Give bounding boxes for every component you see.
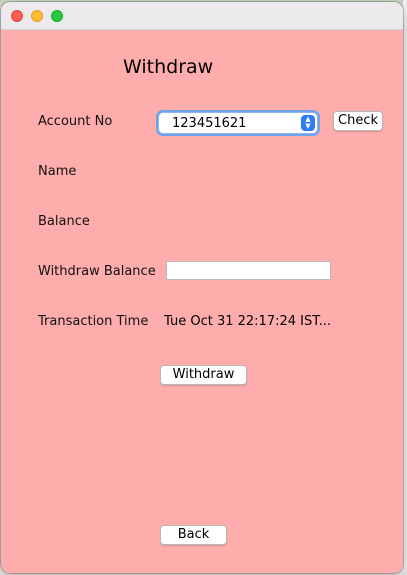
withdraw-balance-label: Withdraw Balance [38,264,156,279]
account-no-value: 123451621 [172,116,247,131]
account-no-select[interactable]: 123451621 ▲ ▼ [158,112,318,134]
title-bar[interactable] [1,2,403,30]
balance-label: Balance [38,214,90,229]
background-strip-right [403,0,407,575]
check-button[interactable]: Check [333,111,383,131]
transaction-time-value: Tue Oct 31 22:17:24 IST... [164,314,332,329]
minimize-window-icon[interactable] [31,10,43,22]
withdraw-balance-input[interactable] [166,261,331,280]
transaction-time-label: Transaction Time [38,314,149,329]
account-no-label: Account No [38,114,113,129]
name-label: Name [38,164,77,179]
close-window-icon[interactable] [11,10,23,22]
withdraw-window: Withdraw Account No 123451621 ▲ ▼ Check N… [1,2,403,573]
withdraw-button[interactable]: Withdraw [160,365,247,385]
back-button[interactable]: Back [160,525,227,545]
page-title: Withdraw [123,56,214,78]
form-panel: Withdraw Account No 123451621 ▲ ▼ Check N… [1,30,403,573]
up-down-chevron-icon[interactable]: ▲ ▼ [301,115,315,131]
zoom-window-icon[interactable] [51,10,63,22]
